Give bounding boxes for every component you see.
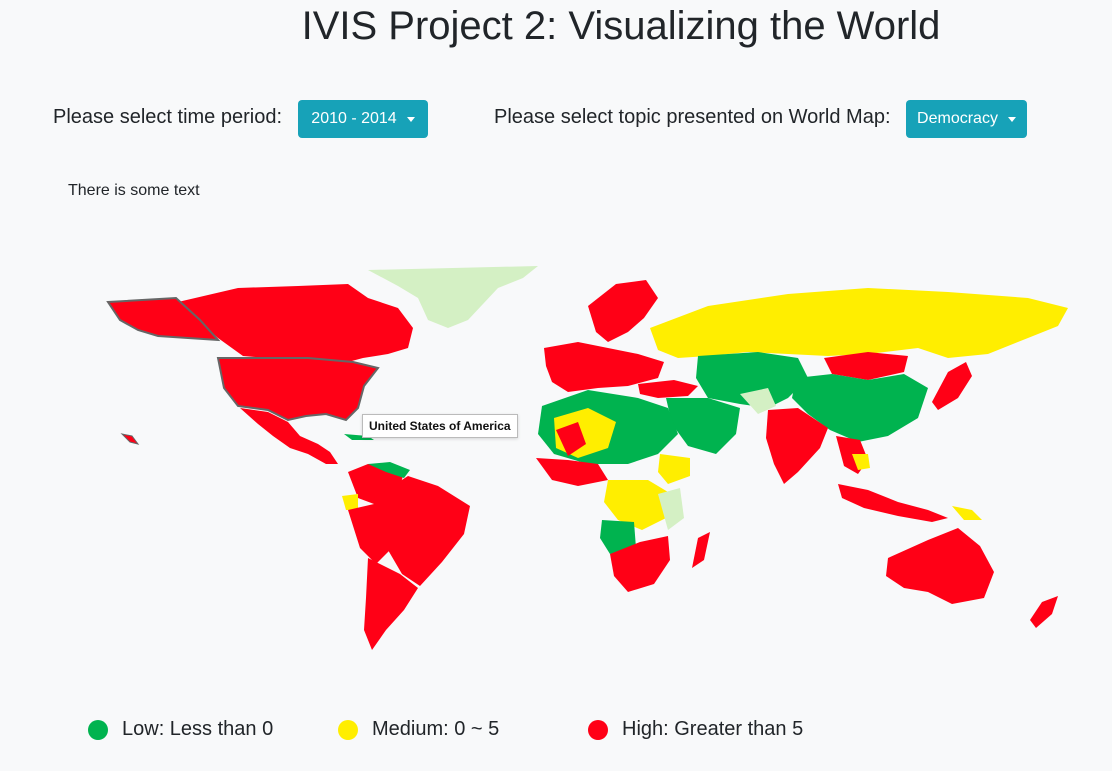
page-title: IVIS Project 2: Visualizing the World <box>301 4 941 48</box>
topic-value: Democracy <box>917 110 998 127</box>
legend-dot-low <box>88 719 108 740</box>
legend-item-low: Low: Less than 0 <box>88 718 273 741</box>
legend-label-medium: Medium: 0 ~ 5 <box>372 718 500 740</box>
map-tooltip: United States of America <box>362 414 518 438</box>
legend-label-high: High: Greater than 5 <box>622 718 804 740</box>
legend-dot-high <box>588 719 608 740</box>
country-png[interactable] <box>952 506 982 520</box>
country-middle-east[interactable] <box>666 398 740 454</box>
topic-label: Please select topic presented on World M… <box>494 106 891 128</box>
country-indonesia[interactable] <box>838 484 948 522</box>
legend-item-high: High: Greater than 5 <box>588 718 803 741</box>
country-usa-hawaii[interactable] <box>120 433 140 445</box>
country-horn-africa[interactable] <box>658 454 690 484</box>
country-canada[interactable] <box>178 284 413 362</box>
description-text: There is some text <box>68 182 200 199</box>
country-scandinavia[interactable] <box>588 280 658 342</box>
legend-dot-medium <box>338 719 358 740</box>
caret-down-icon <box>406 116 415 122</box>
country-japan[interactable] <box>932 362 972 410</box>
topic-dropdown[interactable]: Democracy <box>906 100 1027 138</box>
time-period-value: 2010 - 2014 <box>311 110 397 127</box>
country-madagascar[interactable] <box>692 532 710 568</box>
country-ecuador[interactable] <box>342 494 358 510</box>
country-usa[interactable] <box>216 357 380 422</box>
caret-down-icon <box>1007 116 1016 122</box>
legend-label-low: Low: Less than 0 <box>122 718 274 740</box>
country-new-zealand[interactable] <box>1030 596 1058 628</box>
country-russia[interactable] <box>650 288 1068 358</box>
country-australia[interactable] <box>886 528 994 604</box>
time-period-dropdown[interactable]: 2010 - 2014 <box>298 100 428 138</box>
legend-item-medium: Medium: 0 ~ 5 <box>338 718 499 741</box>
time-period-label: Please select time period: <box>53 106 283 128</box>
country-turkey[interactable] <box>638 380 698 398</box>
world-map[interactable] <box>68 258 1068 658</box>
